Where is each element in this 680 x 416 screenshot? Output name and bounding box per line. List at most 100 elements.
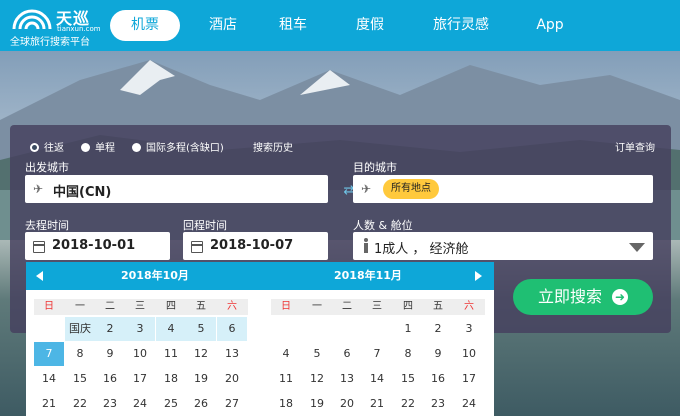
calendar-day[interactable]: 6	[332, 342, 362, 366]
calendar-day[interactable]: 2	[423, 317, 453, 341]
calendar-day[interactable]: 5	[186, 317, 216, 341]
calendar-day[interactable]: 9	[423, 342, 453, 366]
top-navigation-bar: 天巡 tianxun.com 全球旅行搜索平台 机票 酒店 租车 度假 旅行灵感…	[0, 0, 680, 51]
calendar-day[interactable]: 15	[65, 367, 95, 391]
from-city-value: 中国(CN)	[53, 185, 112, 200]
calendar-day[interactable]: 12	[186, 342, 216, 366]
calendar-day[interactable]: 22	[393, 392, 423, 416]
depart-date-field[interactable]: 2018-10-01	[25, 232, 170, 260]
calendar-day[interactable]: 23	[423, 392, 453, 416]
calendar-day[interactable]: 18	[156, 367, 186, 391]
calendar-day[interactable]: 10	[454, 342, 484, 366]
weekday-fri: 五	[433, 301, 443, 312]
brand-domain: tianxun.com	[57, 25, 101, 33]
all-places-badge: 所有地点	[383, 179, 439, 199]
calendar-day[interactable]: 1	[393, 317, 423, 341]
calendar-day[interactable]: 20	[217, 367, 247, 391]
calendar-day[interactable]: 19	[302, 392, 332, 416]
weekday-mon: 一	[312, 301, 322, 312]
radio-selected-icon	[30, 143, 39, 152]
calendar-day[interactable]: 9	[95, 342, 125, 366]
calendar-day[interactable]: 12	[302, 367, 332, 391]
calendar-day[interactable]: 7	[34, 342, 64, 366]
weekday-sun: 日	[44, 301, 54, 312]
month-title-left: 2018年10月	[121, 269, 189, 282]
calendar-day[interactable]: 15	[393, 367, 423, 391]
calendar-day[interactable]: 19	[186, 367, 216, 391]
nav-app[interactable]: App	[530, 10, 570, 41]
to-city-field[interactable]: ✈ 所有地点	[353, 175, 653, 203]
radio-icon	[81, 143, 90, 152]
return-date-label: 回程时间	[183, 219, 227, 232]
order-query-link[interactable]: 订单查询	[615, 139, 655, 154]
trip-oneway-label: 单程	[95, 143, 115, 154]
calendar-day[interactable]: 2	[95, 317, 125, 341]
prev-month-icon[interactable]	[36, 271, 43, 281]
calendar-day[interactable]: 7	[362, 342, 392, 366]
search-history-link[interactable]: 搜索历史	[253, 139, 293, 154]
calendar-day[interactable]: 21	[362, 392, 392, 416]
calendar-day[interactable]: 18	[271, 392, 301, 416]
calendar-day[interactable]: 4	[271, 342, 301, 366]
calendar-day[interactable]: 5	[302, 342, 332, 366]
month-title-right: 2018年11月	[334, 269, 402, 282]
return-date-field[interactable]: 2018-10-07	[183, 232, 328, 260]
calendar-day[interactable]: 13	[332, 367, 362, 391]
weekday-fri: 五	[196, 301, 206, 312]
calendar-day[interactable]: 8	[393, 342, 423, 366]
nav-hotels[interactable]: 酒店	[198, 10, 248, 41]
plane-landing-icon: ✈	[361, 182, 372, 196]
from-city-field[interactable]: ✈ 中国(CN)	[25, 175, 328, 203]
from-city-label: 出发城市	[25, 161, 69, 174]
calendar-day[interactable]: 20	[332, 392, 362, 416]
calendar-day[interactable]: 24	[454, 392, 484, 416]
calendar-day[interactable]: 11	[271, 367, 301, 391]
radio-icon	[132, 143, 141, 152]
calendar-day[interactable]: 11	[156, 342, 186, 366]
calendar-header: 2018年10月 2018年11月	[26, 262, 494, 290]
calendar-day[interactable]: 6	[217, 317, 247, 341]
passengers-cabin-select[interactable]: 1成人 ， 经济舱	[353, 232, 653, 260]
calendar-day[interactable]: 24	[125, 392, 155, 416]
calendar-day[interactable]: 8	[65, 342, 95, 366]
calendar-day[interactable]: 国庆	[65, 317, 95, 341]
calendar-day[interactable]: 14	[362, 367, 392, 391]
calendar-day[interactable]: 13	[217, 342, 247, 366]
calendar-day[interactable]: 17	[454, 367, 484, 391]
calendar-day[interactable]: 17	[125, 367, 155, 391]
calendar-day[interactable]: 22	[65, 392, 95, 416]
calendar-day[interactable]: 21	[34, 392, 64, 416]
calendar-day[interactable]: 16	[423, 367, 453, 391]
depart-date-label: 去程时间	[25, 219, 69, 232]
trip-multicity[interactable]: 国际多程(含缺口)	[132, 139, 224, 154]
calendar-day[interactable]: 16	[95, 367, 125, 391]
calendar-day[interactable]: 27	[217, 392, 247, 416]
weekday-header-october: 日 一 二 三 四 五 六	[34, 299, 248, 315]
search-button[interactable]: 立即搜索 ➜	[513, 279, 653, 315]
weekday-wed: 三	[372, 301, 382, 312]
arrow-right-icon: ➜	[612, 289, 628, 305]
calendar-day[interactable]: 3	[454, 317, 484, 341]
trip-round[interactable]: 往返	[30, 139, 64, 154]
nav-flights[interactable]: 机票	[110, 10, 180, 41]
calendar-icon	[191, 241, 203, 253]
weekday-sat: 六	[227, 301, 237, 312]
trip-oneway[interactable]: 单程	[81, 139, 115, 154]
nav-travel-inspiration[interactable]: 旅行灵感	[426, 10, 496, 41]
calendar-day[interactable]: 3	[125, 317, 155, 341]
next-month-icon[interactable]	[475, 271, 482, 281]
weekday-wed: 三	[135, 301, 145, 312]
nav-car-rental[interactable]: 租车	[273, 10, 313, 41]
weekday-tue: 二	[105, 301, 115, 312]
date-picker-calendar: 2018年10月 2018年11月 日 一 二 三 四 五 六 日 一 二 三 …	[26, 262, 494, 416]
calendar-day[interactable]: 10	[125, 342, 155, 366]
calendar-day[interactable]: 23	[95, 392, 125, 416]
nav-vacation[interactable]: 度假	[350, 10, 390, 41]
tianxun-logo[interactable]: 天巡 tianxun.com 全球旅行搜索平台	[10, 3, 120, 48]
calendar-day[interactable]: 25	[156, 392, 186, 416]
calendar-day[interactable]: 14	[34, 367, 64, 391]
passengers-cabin-value: 1成人 ， 经济舱	[374, 242, 469, 257]
depart-date-value: 2018-10-01	[52, 238, 136, 253]
calendar-day[interactable]: 4	[156, 317, 186, 341]
calendar-day[interactable]: 26	[186, 392, 216, 416]
